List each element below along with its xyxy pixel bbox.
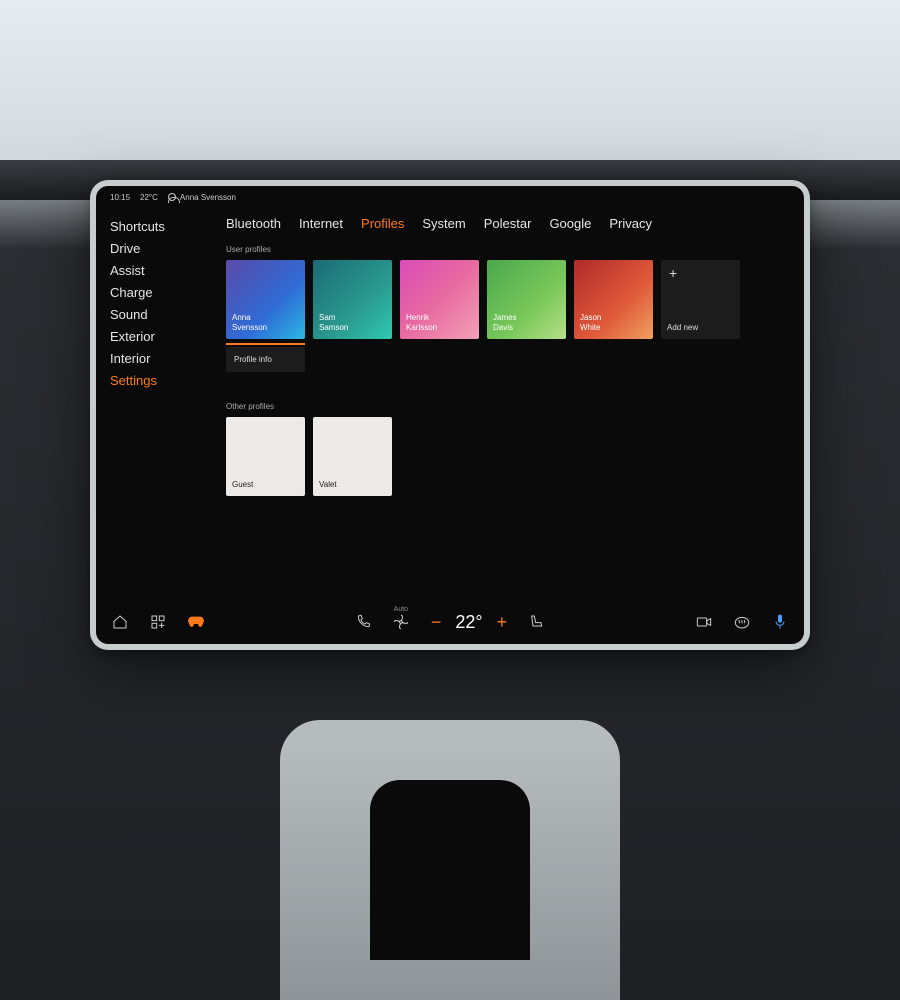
tab-profiles[interactable]: Profiles — [361, 216, 404, 231]
tab-privacy[interactable]: Privacy — [609, 216, 652, 231]
home-icon[interactable] — [112, 614, 128, 630]
tab-internet[interactable]: Internet — [299, 216, 343, 231]
user-profiles-label: User profiles — [226, 245, 790, 254]
sidebar-item-exterior[interactable]: Exterior — [110, 326, 214, 348]
profile-card-henrik[interactable]: Henrik Karlsson — [400, 260, 479, 339]
active-profile-indicator — [226, 343, 305, 345]
infotainment-screen-frame: 10:15 22°C Anna Svensson Shortcuts Drive… — [90, 180, 810, 650]
temp-up-button[interactable]: + — [497, 612, 508, 633]
sidebar-item-sound[interactable]: Sound — [110, 304, 214, 326]
fan-icon[interactable]: Auto — [393, 614, 409, 630]
profile-name: Henrik Karlsson — [406, 313, 473, 333]
plus-icon: + — [669, 268, 677, 278]
profile-card-valet[interactable]: Valet — [313, 417, 392, 496]
profile-name: Sam Samson — [319, 313, 386, 333]
sidebar-item-drive[interactable]: Drive — [110, 238, 214, 260]
climate-mode-label: Auto — [394, 606, 408, 613]
user-profiles-grid: Anna Svensson Sam Samson Henrik Karlsson… — [226, 260, 790, 339]
tab-bluetooth[interactable]: Bluetooth — [226, 216, 281, 231]
sidebar-item-settings[interactable]: Settings — [110, 370, 214, 392]
status-outside-temp: 22°C — [140, 193, 158, 202]
profile-name: Jason White — [580, 313, 647, 333]
camera-icon[interactable] — [696, 614, 712, 630]
apps-icon[interactable] — [150, 614, 166, 630]
profile-name: James Davis — [493, 313, 560, 333]
status-user[interactable]: Anna Svensson — [168, 193, 236, 202]
bottom-dock: Auto − 22° + — [96, 600, 804, 644]
temp-down-button[interactable]: − — [431, 612, 442, 633]
game-controller-icon[interactable] — [188, 614, 204, 630]
sidebar: Shortcuts Drive Assist Charge Sound Exte… — [96, 208, 214, 600]
content-area: Bluetooth Internet Profiles System Poles… — [214, 208, 804, 600]
sidebar-item-interior[interactable]: Interior — [110, 348, 214, 370]
status-time: 10:15 — [110, 193, 130, 202]
profile-name: Guest — [232, 480, 299, 490]
defrost-icon[interactable] — [734, 614, 750, 630]
profile-card-add-new[interactable]: + Add new — [661, 260, 740, 339]
climate-temp: 22° — [455, 612, 482, 633]
tab-google[interactable]: Google — [549, 216, 591, 231]
seat-icon[interactable] — [529, 614, 545, 630]
status-user-name: Anna Svensson — [180, 193, 236, 202]
center-console — [280, 720, 620, 1000]
tab-system[interactable]: System — [422, 216, 465, 231]
profile-info-button[interactable]: Profile info — [226, 347, 305, 372]
user-icon — [168, 193, 176, 201]
status-bar: 10:15 22°C Anna Svensson — [96, 186, 804, 208]
profile-card-sam[interactable]: Sam Samson — [313, 260, 392, 339]
climate-control: − 22° + — [431, 612, 507, 633]
sidebar-item-shortcuts[interactable]: Shortcuts — [110, 216, 214, 238]
profile-name: Valet — [319, 480, 386, 490]
other-profiles-grid: Guest Valet — [226, 417, 790, 496]
sidebar-item-assist[interactable]: Assist — [110, 260, 214, 282]
microphone-icon[interactable] — [772, 614, 788, 630]
profile-card-jason[interactable]: Jason White — [574, 260, 653, 339]
profile-card-anna[interactable]: Anna Svensson — [226, 260, 305, 339]
settings-tabs: Bluetooth Internet Profiles System Poles… — [226, 216, 790, 231]
tab-polestar[interactable]: Polestar — [484, 216, 532, 231]
other-profiles-label: Other profiles — [226, 402, 790, 411]
sidebar-item-charge[interactable]: Charge — [110, 282, 214, 304]
add-new-label: Add new — [667, 323, 734, 333]
infotainment-screen: 10:15 22°C Anna Svensson Shortcuts Drive… — [96, 186, 804, 644]
profile-name: Anna Svensson — [232, 313, 299, 333]
profile-card-guest[interactable]: Guest — [226, 417, 305, 496]
phone-icon[interactable] — [355, 614, 371, 630]
profile-card-james[interactable]: James Davis — [487, 260, 566, 339]
